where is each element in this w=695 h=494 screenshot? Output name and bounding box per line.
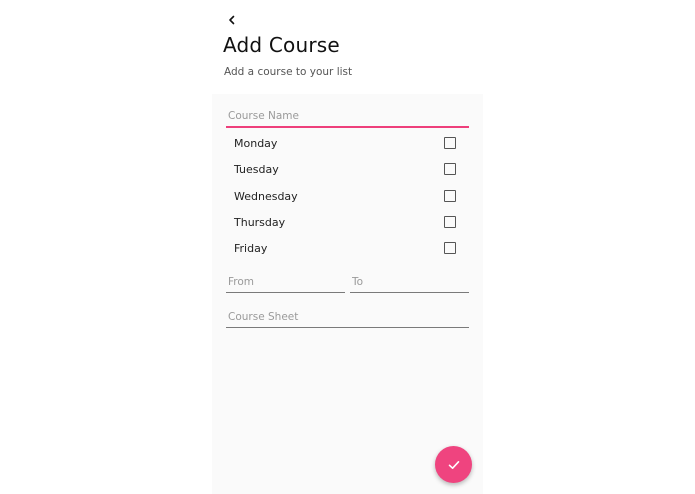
course-sheet-field[interactable] [226,299,469,328]
day-label-tuesday: Tuesday [234,162,279,176]
day-label-friday: Friday [234,241,268,255]
page-subtitle: Add a course to your list [224,66,353,78]
course-sheet-input[interactable] [228,311,467,323]
page-title: Add Course [223,33,340,57]
thursday-checkbox[interactable] [444,216,456,228]
day-row-thursday: Thursday [234,212,460,232]
day-row-wednesday: Wednesday [234,186,460,206]
from-field[interactable] [226,264,345,293]
day-row-friday: Friday [234,238,460,258]
to-field[interactable] [350,264,469,293]
chevron-left-icon [229,15,235,25]
day-label-wednesday: Wednesday [234,189,298,203]
friday-checkbox[interactable] [444,242,456,254]
day-row-monday: Monday [234,133,460,153]
back-button[interactable] [224,12,240,28]
day-label-monday: Monday [234,136,278,150]
monday-checkbox[interactable] [444,137,456,149]
day-row-tuesday: Tuesday [234,159,460,179]
wednesday-checkbox[interactable] [444,190,456,202]
check-icon [448,460,459,469]
tuesday-checkbox[interactable] [444,163,456,175]
save-fab-button[interactable] [435,446,472,483]
course-name-field[interactable] [226,98,469,128]
form-panel: Monday Tuesday Wednesday Thursday Friday [212,94,483,494]
day-label-thursday: Thursday [234,215,286,229]
course-name-input[interactable] [228,110,467,122]
to-input[interactable] [352,276,467,288]
from-input[interactable] [228,276,343,288]
